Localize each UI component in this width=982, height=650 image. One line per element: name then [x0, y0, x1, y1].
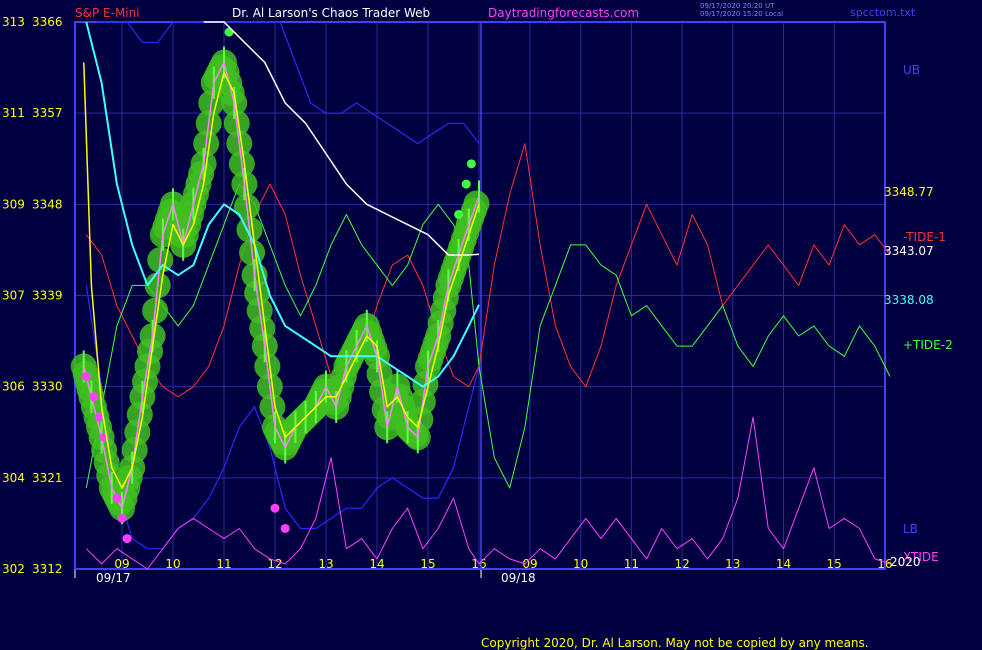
- y-tick-inner: 3312: [32, 562, 63, 576]
- y-tick-outer: 304: [2, 471, 25, 485]
- label-lb: LB: [903, 522, 918, 536]
- high-dot: [461, 179, 471, 189]
- label-mid-last: 3338.08: [884, 293, 934, 307]
- y-tick-inner: 3330: [32, 380, 63, 394]
- low-dot: [270, 503, 280, 513]
- xtide-line: [85, 416, 891, 570]
- high-dot: [454, 209, 464, 219]
- y-tick-inner: 3339: [32, 289, 63, 303]
- chart-title: Dr. Al Larson's Chaos Trader Web: [232, 6, 431, 20]
- low-dot: [81, 372, 91, 382]
- timestamp-ut: 09/17/2020 20:20 UT: [700, 2, 775, 10]
- label-price-last: 3348.77: [884, 185, 934, 199]
- y-tick-inner: 3348: [32, 197, 63, 211]
- low-dot: [117, 513, 127, 523]
- label-ub: UB: [903, 63, 920, 77]
- y-tick-outer: 313: [2, 15, 25, 29]
- high-dot: [466, 159, 476, 169]
- site-link[interactable]: Daytradingforecasts.com: [488, 6, 639, 20]
- y-tick-outer: 311: [2, 106, 25, 120]
- label-year: 2020: [890, 555, 921, 569]
- chart-canvas: 313 3366 311 3357 309 3348 307 3339 306 3330 304 33…: [2, 15, 953, 585]
- y-tick-inner: 3366: [32, 15, 63, 29]
- y-tick-outer: 309: [2, 197, 25, 211]
- high-dot: [224, 27, 234, 37]
- low-dot: [122, 534, 132, 544]
- instrument-title: S&P E-Mini: [75, 6, 140, 20]
- label-tide-minus: -TIDE-1: [903, 230, 946, 244]
- label-slow-last: 3343.07: [884, 244, 934, 258]
- copyright-notice: Copyright 2020, Dr. Al Larson. May not b…: [481, 636, 869, 650]
- y-tick-outer: 307: [2, 289, 25, 303]
- y-tick-inner: 3357: [32, 106, 63, 120]
- file-name: spcctom.txt: [850, 6, 916, 19]
- timestamp-local: 09/17/2020 15:20 Local: [700, 10, 784, 18]
- y-tick-outer: 302: [2, 562, 25, 576]
- y-tick-outer: 306: [2, 380, 25, 394]
- low-dot: [89, 392, 99, 402]
- label-tide-plus: +TIDE-2: [903, 338, 953, 352]
- date-label-day2: 09/18: [501, 571, 536, 585]
- upper-band-line: [96, 21, 480, 145]
- date-label-day1: 09/17: [96, 571, 131, 585]
- y-tick-inner: 3321: [32, 471, 63, 485]
- low-dot: [280, 523, 290, 533]
- low-dot: [112, 493, 122, 503]
